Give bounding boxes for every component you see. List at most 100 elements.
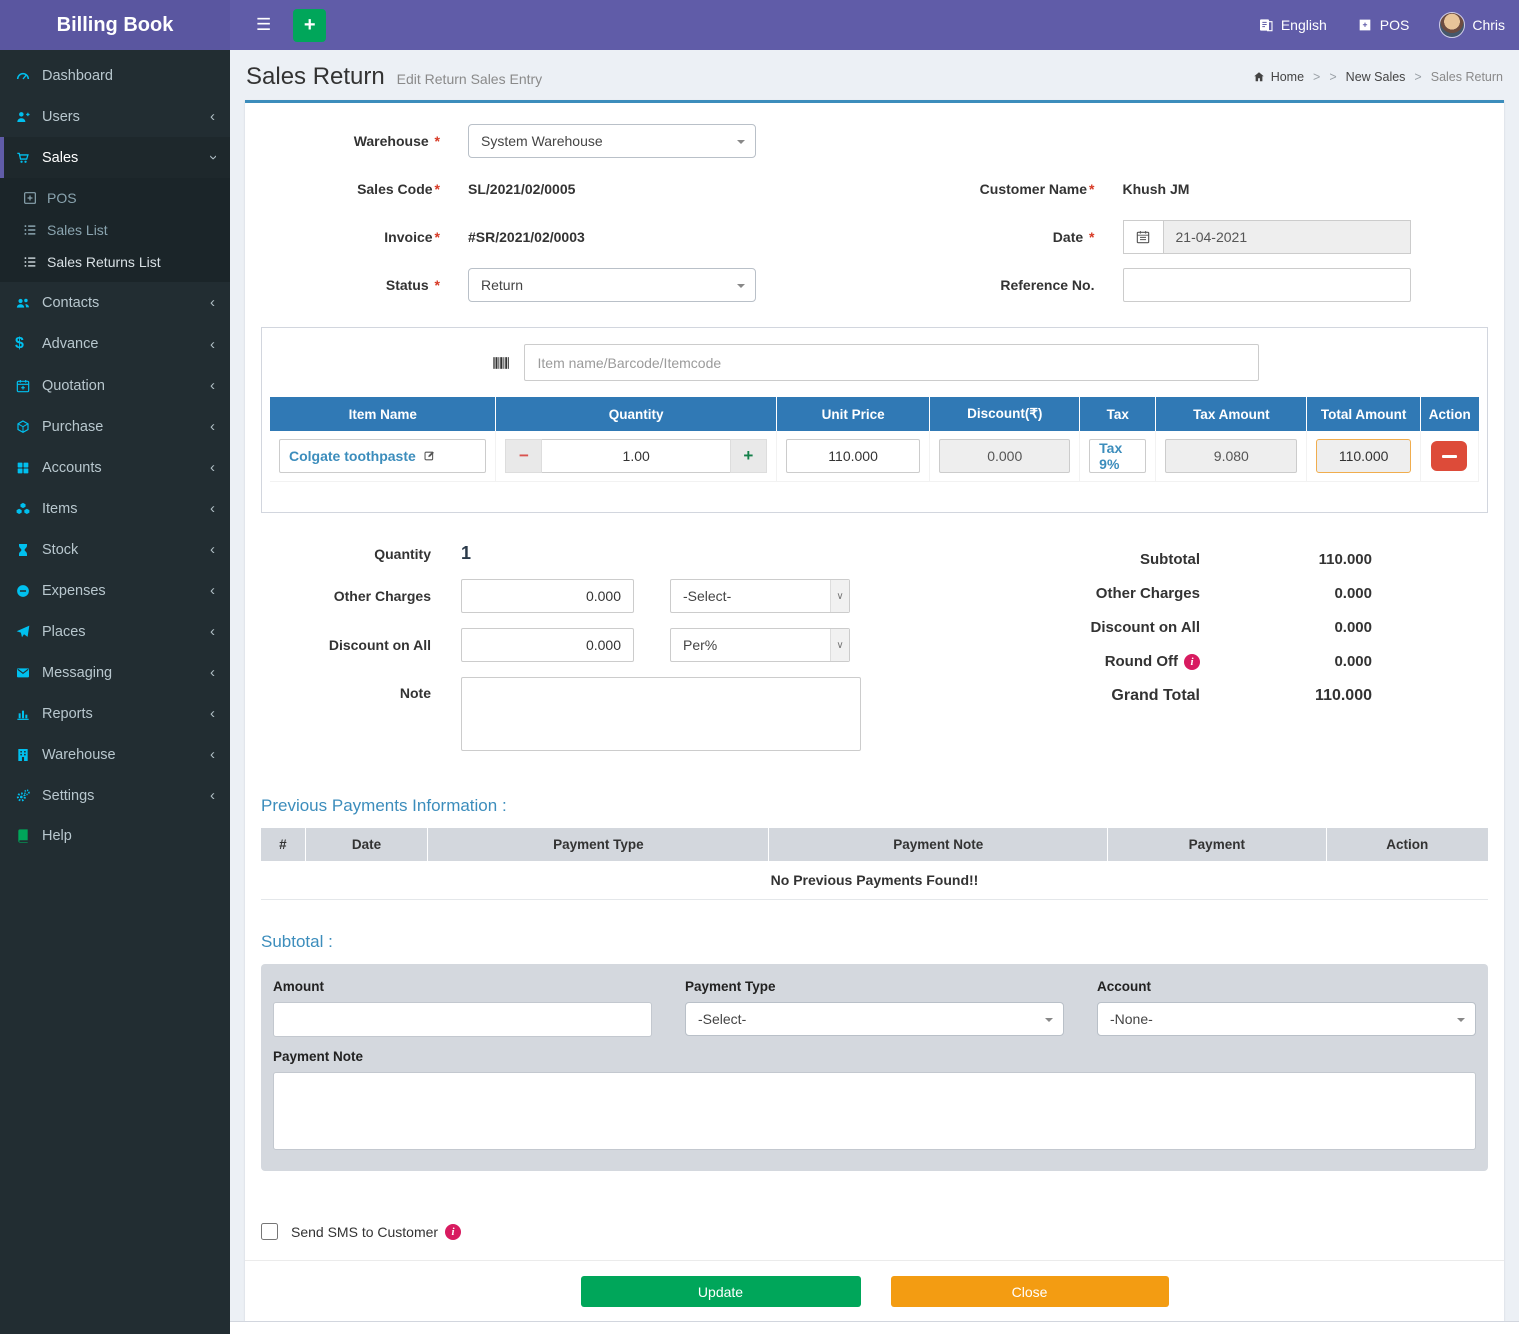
- discount-on-all-input[interactable]: [461, 628, 634, 662]
- sidebar-item-expenses[interactable]: Expenses ‹: [0, 570, 230, 611]
- col-tax: Tax: [1080, 397, 1156, 431]
- sidebar-item-advance[interactable]: $ Advance ‹: [0, 323, 230, 365]
- quick-add-button[interactable]: +: [293, 9, 326, 42]
- col-payment-note: Payment Note: [769, 828, 1108, 861]
- sidebar-toggle-hamburger-icon[interactable]: ☰: [244, 15, 283, 35]
- other-charges-input[interactable]: [461, 579, 634, 613]
- grand-total-value: 110.000: [1200, 687, 1372, 705]
- item-search-input[interactable]: [524, 344, 1259, 381]
- navbar: ☰ + English POS Chris: [230, 0, 1519, 50]
- customer-name-label: Customer Name*: [875, 181, 1095, 197]
- grand-total-label: Grand Total: [960, 687, 1200, 705]
- payment-section: Subtotal : Amount Payment Type -Select- …: [261, 932, 1488, 1171]
- minus-icon: [1442, 455, 1457, 458]
- breadcrumb-home[interactable]: Home: [1252, 70, 1304, 84]
- send-sms-label: Send SMS to Customer: [291, 1224, 438, 1240]
- sidebar-item-users[interactable]: Users ‹: [0, 96, 230, 137]
- amount-input[interactable]: [273, 1002, 652, 1037]
- sidebar-item-reports[interactable]: Reports ‹: [0, 693, 230, 734]
- quantity-decrement-button[interactable]: −: [505, 439, 542, 473]
- users-icon: [15, 295, 42, 311]
- date-label: Date *: [875, 229, 1095, 245]
- unit-price-input[interactable]: [786, 439, 920, 473]
- sidebar-item-items[interactable]: Items ‹: [0, 488, 230, 529]
- delete-row-button[interactable]: [1431, 441, 1467, 471]
- app-brand[interactable]: Billing Book: [0, 0, 230, 50]
- breadcrumb-new-sales[interactable]: New Sales: [1346, 70, 1406, 84]
- note-textarea[interactable]: [461, 677, 861, 751]
- send-sms-checkbox[interactable]: [261, 1223, 278, 1240]
- info-icon[interactable]: i: [1184, 654, 1200, 670]
- sidebar-subitem-sales-list[interactable]: Sales List: [0, 214, 230, 246]
- previous-payments-heading: Previous Payments Information :: [261, 796, 1488, 816]
- language-menu[interactable]: English: [1258, 17, 1327, 33]
- date-input[interactable]: [1163, 220, 1411, 254]
- payment-type-select[interactable]: -Select-: [685, 1002, 1064, 1036]
- language-icon: [1258, 17, 1274, 33]
- sidebar-item-purchase[interactable]: Purchase ‹: [0, 406, 230, 447]
- reference-no-input[interactable]: [1123, 268, 1411, 302]
- status-select[interactable]: Return: [468, 268, 756, 302]
- tax-value[interactable]: Tax 9%: [1089, 439, 1146, 473]
- discount-input: [939, 439, 1070, 473]
- sidebar-item-help[interactable]: Help: [0, 816, 230, 856]
- sidebar-item-quotation[interactable]: Quotation ‹: [0, 365, 230, 406]
- total-amount-input[interactable]: [1316, 439, 1411, 473]
- col-tax-amount: Tax Amount: [1156, 397, 1307, 431]
- chevron-left-icon: ‹: [210, 787, 215, 804]
- barcode-icon: [491, 353, 511, 373]
- sidebar-item-dashboard[interactable]: Dashboard: [0, 56, 230, 96]
- account-select[interactable]: -None-: [1097, 1002, 1476, 1036]
- home-icon: [1252, 70, 1266, 84]
- sidebar-item-sales[interactable]: Sales ‹: [0, 137, 230, 178]
- quantity-total-value: 1: [461, 543, 471, 564]
- totals-section: Quantity 1 Other Charges -Select- ∨ Disc…: [245, 513, 1504, 772]
- info-icon[interactable]: i: [445, 1224, 461, 1240]
- chevron-left-icon: ‹: [210, 377, 215, 394]
- col-date: Date: [305, 828, 428, 861]
- sales-submenu: POS Sales List Sales Returns List: [0, 178, 230, 282]
- sidebar-item-settings[interactable]: Settings ‹: [0, 775, 230, 816]
- reference-no-label: Reference No.: [875, 277, 1095, 293]
- calendar-icon[interactable]: [1123, 220, 1163, 254]
- close-button[interactable]: Close: [891, 1276, 1169, 1307]
- sidebar-item-warehouse[interactable]: Warehouse ‹: [0, 734, 230, 775]
- sidebar-subitem-sales-returns-list[interactable]: Sales Returns List: [0, 246, 230, 278]
- payment-note-textarea[interactable]: [273, 1072, 1476, 1150]
- breadcrumb-separator: >: [1313, 70, 1320, 84]
- user-menu[interactable]: Chris: [1439, 12, 1505, 38]
- update-button[interactable]: Update: [581, 1276, 861, 1307]
- plus-icon: +: [304, 14, 316, 37]
- sidebar-item-stock[interactable]: Stock ‹: [0, 529, 230, 570]
- warehouse-select[interactable]: System Warehouse: [468, 124, 756, 158]
- dashboard-icon: [15, 68, 42, 84]
- plus-square-icon: [22, 190, 47, 206]
- pos-shortcut[interactable]: POS: [1357, 17, 1410, 33]
- cart-icon: [15, 150, 42, 166]
- col-pp-action: Action: [1326, 828, 1488, 861]
- item-name-link[interactable]: Colgate toothpaste: [279, 439, 486, 473]
- sidebar-item-accounts[interactable]: Accounts ‹: [0, 447, 230, 488]
- col-discount: Discount(₹): [930, 397, 1080, 431]
- col-unit-price: Unit Price: [776, 397, 929, 431]
- sidebar-subitem-pos[interactable]: POS: [0, 182, 230, 214]
- sales-code-label: Sales Code*: [255, 181, 440, 197]
- calendar-plus-icon: [15, 378, 42, 394]
- summary-totals: Subtotal 110.000 Other Charges 0.000 Dis…: [960, 543, 1372, 766]
- payment-subtotal-heading: Subtotal :: [261, 932, 1488, 952]
- user-plus-icon: [15, 109, 42, 125]
- sidebar-item-contacts[interactable]: Contacts ‹: [0, 282, 230, 323]
- payment-type-label: Payment Type: [685, 979, 1064, 994]
- sidebar-item-messaging[interactable]: Messaging ‹: [0, 652, 230, 693]
- quantity-increment-button[interactable]: +: [730, 439, 767, 473]
- quantity-total-label: Quantity: [261, 546, 431, 562]
- content-header: Sales Return Edit Return Sales Entry Hom…: [230, 50, 1519, 100]
- account-label: Account: [1097, 979, 1476, 994]
- discount-total-label: Discount on All: [960, 619, 1200, 636]
- other-charges-select[interactable]: -Select- ∨: [670, 579, 850, 613]
- chevron-left-icon: ‹: [210, 705, 215, 722]
- quantity-input[interactable]: [542, 439, 729, 473]
- sidebar-item-places[interactable]: Places ‹: [0, 611, 230, 652]
- warehouse-label: Warehouse *: [255, 133, 440, 149]
- discount-type-select[interactable]: Per% ∨: [670, 628, 850, 662]
